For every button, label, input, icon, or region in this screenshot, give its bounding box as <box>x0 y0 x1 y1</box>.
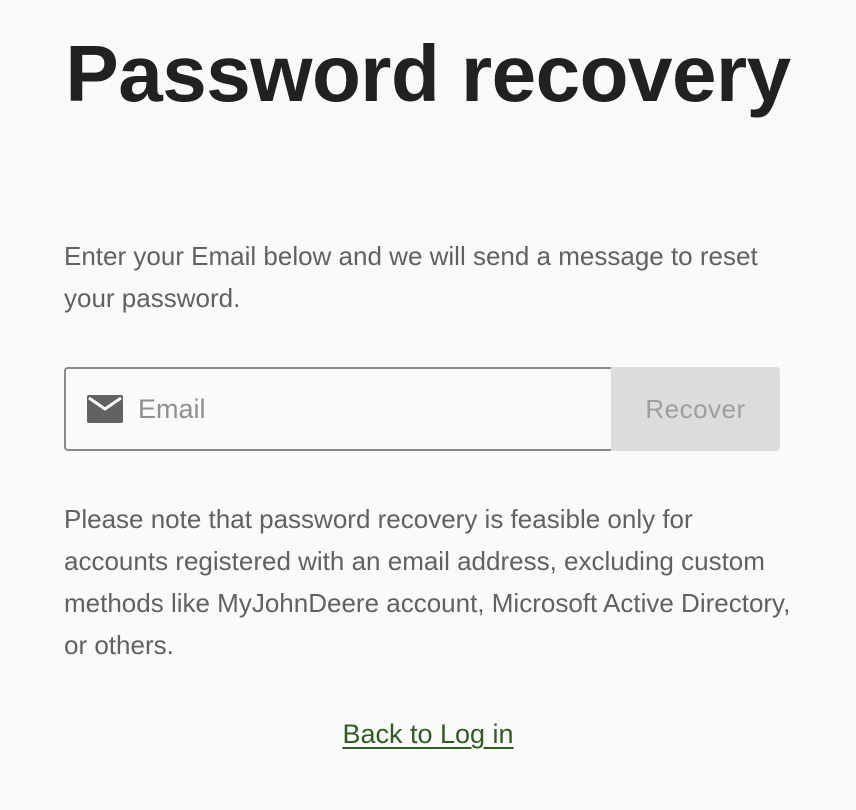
recover-button[interactable]: Recover <box>611 367 780 451</box>
back-to-login-link[interactable]: Back to Log in <box>342 719 513 749</box>
email-input[interactable] <box>138 379 578 439</box>
recovery-form: Recover <box>64 367 780 451</box>
page-title: Password recovery <box>65 29 791 118</box>
back-link-container: Back to Log in <box>0 714 856 754</box>
mail-icon <box>86 394 124 424</box>
email-field-wrapper[interactable] <box>64 367 611 451</box>
intro-text: Enter your Email below and we will send … <box>64 241 758 313</box>
recovery-note: Please note that password recovery is fe… <box>64 504 791 660</box>
